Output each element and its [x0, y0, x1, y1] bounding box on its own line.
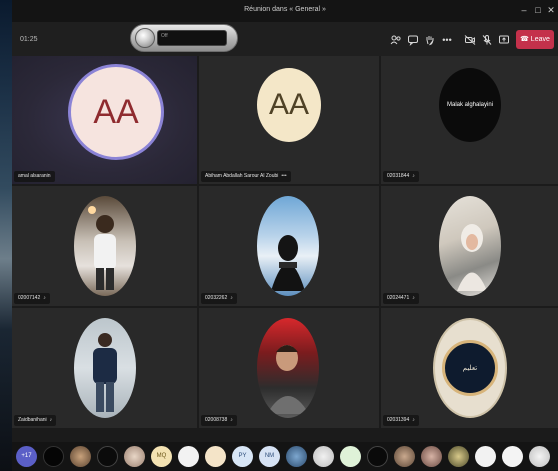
participant-avatar: AA	[257, 68, 321, 142]
minimize-icon[interactable]: –	[518, 4, 530, 16]
participant-tile[interactable]: تعليم 02031394 ♪	[381, 308, 558, 428]
mic-muted-icon: ♪	[49, 417, 53, 423]
participant-avatar: AA	[68, 64, 164, 160]
embroidery-hoop-icon: تعليم	[442, 340, 498, 396]
more-actions-icon[interactable]: •••	[441, 34, 453, 46]
avatar-initials: AA	[268, 88, 310, 121]
mic-muted-icon: ♪	[230, 295, 233, 301]
participant-avatar-small[interactable]	[529, 446, 550, 467]
participant-avatar-small[interactable]	[43, 446, 64, 467]
participant-avatar-small[interactable]	[340, 446, 361, 467]
participant-avatar-small[interactable]	[70, 446, 91, 467]
teams-meeting-window: Réunion dans « General » – □ ✕ 01:25 Off…	[12, 0, 558, 471]
chat-icon[interactable]	[407, 34, 419, 46]
participant-photo-avatar	[74, 196, 136, 296]
participant-photo-avatar	[74, 318, 136, 418]
participant-name: 02008738 ♪	[201, 415, 237, 426]
mic-muted-icon: ♪	[412, 417, 415, 423]
participant-name: Zaidbanihani ♪	[14, 415, 57, 426]
raise-hand-icon[interactable]	[424, 34, 436, 46]
participant-avatar-small[interactable]	[178, 446, 199, 467]
participant-name: 02024471 ♪	[383, 293, 419, 304]
participant-avatar-small[interactable]: PY	[232, 446, 253, 467]
participant-tile[interactable]: 02007142 ♪	[12, 186, 197, 306]
participant-name: 02031844 ♪	[383, 171, 419, 182]
meeting-timer: 01:25	[20, 36, 38, 43]
participant-avatar-small[interactable]	[394, 446, 415, 467]
recorder-display: Off	[157, 30, 227, 46]
more-participants-button[interactable]: +17	[16, 446, 37, 467]
participant-name: amal alsaranin	[14, 171, 55, 182]
participant-tile[interactable]: Malak alghalayini 02031844 ♪	[381, 56, 558, 184]
participant-avatar-small[interactable]	[502, 446, 523, 467]
desktop-background-strip	[0, 0, 12, 471]
participant-photo-avatar	[439, 196, 501, 296]
participant-tile[interactable]: AA amal alsaranin	[12, 56, 197, 184]
recorder-widget[interactable]: Off	[130, 24, 238, 52]
avatar-text: تعليم	[462, 365, 478, 372]
participant-name: Abiham Abdallah Sarour Al Zoubi •••	[201, 171, 291, 182]
participant-avatar-small[interactable]	[205, 446, 226, 467]
participant-avatar-small[interactable]	[367, 446, 388, 467]
mic-muted-icon: ♪	[230, 417, 233, 423]
window-title: Réunion dans « General »	[244, 6, 326, 13]
participant-photo-avatar: تعليم	[433, 318, 507, 418]
participant-tile[interactable]: 02032262 ♪	[199, 186, 379, 306]
participant-avatar-small[interactable]	[97, 446, 118, 467]
camera-off-icon[interactable]	[464, 34, 476, 46]
participant-avatar-small[interactable]: MQ	[151, 446, 172, 467]
participant-photo-avatar	[257, 196, 319, 296]
avatar-initials: AA	[93, 92, 139, 131]
meeting-toolbar: 01:25 Off ••• ☎ Leave	[12, 22, 558, 56]
participant-avatar-small[interactable]	[124, 446, 145, 467]
leave-label: Leave	[530, 36, 550, 43]
share-screen-icon[interactable]	[498, 34, 510, 46]
close-icon[interactable]: ✕	[545, 4, 557, 16]
participant-avatar-small[interactable]: NM	[259, 446, 280, 467]
avatar-text: Malak alghalayini	[446, 102, 494, 108]
mic-muted-icon: ♪	[412, 173, 415, 179]
phone-hangup-icon: ☎	[520, 36, 531, 43]
participant-tile[interactable]: 02024471 ♪	[381, 186, 558, 306]
participant-name: 02031394 ♪	[383, 415, 419, 426]
participant-tile[interactable]: AA Abiham Abdallah Sarour Al Zoubi •••	[199, 56, 379, 184]
leave-button[interactable]: ☎ Leave	[516, 30, 554, 49]
participant-avatar-small[interactable]	[421, 446, 442, 467]
participants-strip: +17 MQ PY NM	[12, 442, 558, 471]
more-options-icon[interactable]: •••	[281, 173, 286, 179]
participant-tile[interactable]: 02008738 ♪	[199, 308, 379, 428]
participant-avatar-small[interactable]	[475, 446, 496, 467]
record-knob-icon[interactable]	[135, 28, 155, 48]
participant-name: 02032262 ♪	[201, 293, 237, 304]
participants-icon[interactable]	[390, 34, 402, 46]
participant-name: 02007142 ♪	[14, 293, 50, 304]
recorder-label: Off	[161, 33, 168, 39]
participant-avatar-small[interactable]	[313, 446, 334, 467]
mic-off-icon[interactable]	[481, 34, 493, 46]
title-bar: Réunion dans « General » – □ ✕	[12, 0, 558, 22]
participant-tile[interactable]: Zaidbanihani ♪	[12, 308, 197, 428]
mic-muted-icon: ♪	[412, 295, 415, 301]
participant-avatar-small[interactable]	[448, 446, 469, 467]
participant-avatar: Malak alghalayini	[439, 68, 501, 142]
participant-photo-avatar	[257, 318, 319, 418]
maximize-icon[interactable]: □	[532, 4, 544, 16]
mic-muted-icon: ♪	[43, 295, 46, 301]
participant-avatar-small[interactable]	[286, 446, 307, 467]
